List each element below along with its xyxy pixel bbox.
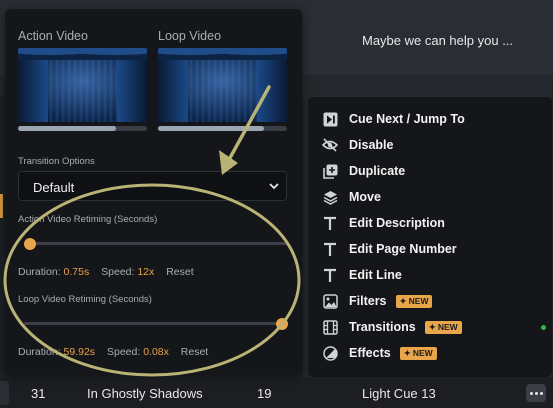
annotation-arrow-shaft: [223, 85, 271, 169]
annotation-overlay: [3, 85, 301, 377]
annotation-arrow-head: [219, 150, 238, 175]
annotation-ellipse: [3, 183, 301, 377]
